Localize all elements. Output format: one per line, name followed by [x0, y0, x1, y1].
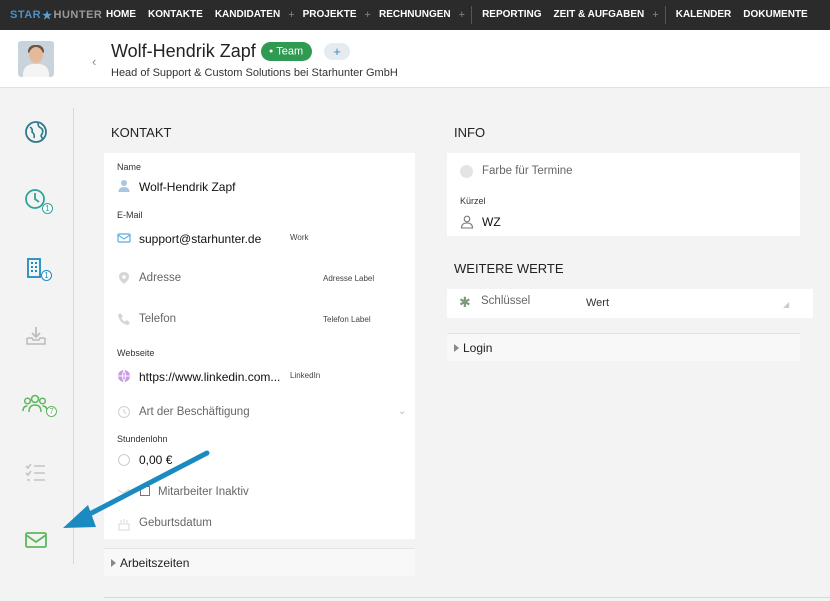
team-badge[interactable]: ● Team [261, 42, 313, 61]
address-tag[interactable]: Adresse Label [323, 274, 374, 283]
color-field[interactable]: Farbe für Termine [482, 165, 573, 177]
worktimes-label: Arbeitszeiten [120, 555, 190, 570]
employment-type-select[interactable]: Art der Beschäftigung [139, 406, 250, 418]
nav-item-zeit-aufgaben[interactable]: ZEIT & AUFGABEN [548, 0, 651, 30]
nav-add-icon[interactable]: + [363, 9, 373, 21]
birthday-field[interactable]: Geburtsdatum [139, 517, 212, 529]
people-count-badge: 7 [46, 406, 57, 417]
login-label: Login [463, 340, 493, 355]
key-field[interactable]: Schlüssel [481, 295, 530, 307]
location-pin-icon [117, 271, 131, 285]
inactive-icon [117, 486, 131, 500]
wage-label: Stundenlohn [117, 434, 168, 444]
envelope-icon[interactable] [23, 527, 49, 553]
weitere-title: WEITERE WERTE [454, 261, 564, 276]
clock-small-icon [117, 405, 131, 419]
top-nav: STAR ★ HUNTER HOME KONTAKTE KANDIDATEN + PROJE… [0, 0, 830, 30]
team-badge-label: Team [276, 45, 304, 58]
clock-icon[interactable]: 1 [23, 187, 53, 214]
nav-separator [471, 6, 473, 24]
contact-name: Wolf-Hendrik Zapf [111, 41, 256, 61]
people-group-icon[interactable]: 7 [22, 391, 57, 417]
globe-icon[interactable] [23, 119, 49, 145]
short-value[interactable]: WZ [482, 215, 501, 229]
resize-handle-icon[interactable]: ◢ [783, 300, 789, 309]
add-tag-button[interactable]: + [324, 43, 350, 60]
globe-small-icon [117, 369, 131, 384]
nav-add-icon[interactable]: + [286, 9, 296, 21]
checklist-icon[interactable] [23, 459, 49, 485]
email-value[interactable]: support@starhunter.de [139, 232, 261, 246]
website-label: Webseite [117, 348, 155, 358]
website-value[interactable]: https://www.linkedin.com... [139, 370, 280, 384]
name-value[interactable]: Wolf-Hendrik Zapf [139, 180, 235, 194]
nav-item-dokumente[interactable]: DOKUMENTE [737, 0, 813, 30]
avatar[interactable] [18, 41, 54, 77]
nav-item-home[interactable]: HOME [100, 0, 142, 30]
worktimes-collapse[interactable]: Arbeitszeiten [104, 548, 415, 576]
nav-items: HOME KONTAKTE KANDIDATEN + PROJEKTE + RECHNUNG… [100, 0, 814, 30]
nav-add-icon[interactable]: + [457, 9, 467, 21]
nav-item-projekte[interactable]: PROJEKTE [297, 0, 363, 30]
inactive-checkbox[interactable] [140, 486, 150, 496]
nav-item-kandidaten[interactable]: KANDIDATEN [209, 0, 286, 30]
contact-subtitle: Head of Support & Custom Solutions bei S… [111, 67, 398, 79]
building-count-badge: 1 [41, 270, 52, 281]
caret-right-icon [454, 343, 459, 352]
inactive-label: Mitarbeiter Inaktiv [158, 486, 249, 498]
nav-item-kontakte[interactable]: KONTAKTE [142, 0, 209, 30]
sidebar-divider [73, 108, 74, 564]
logo-text-star: STAR [10, 9, 42, 21]
download-tray-icon[interactable] [23, 323, 49, 349]
cake-icon [117, 517, 131, 531]
building-icon[interactable]: 1 [23, 255, 52, 281]
logo-star-icon: ★ [42, 9, 53, 22]
coin-icon [117, 453, 131, 467]
clock-count-badge: 1 [42, 203, 53, 214]
phone-icon [117, 312, 131, 326]
color-dot-icon[interactable] [460, 165, 473, 178]
value-field[interactable]: Wert [586, 297, 609, 309]
badge-dot-icon: ● [269, 48, 274, 55]
nav-item-rechnungen[interactable]: RECHNUNGEN [373, 0, 457, 30]
caret-right-icon [111, 558, 116, 567]
asterisk-icon: ✱ [459, 294, 471, 310]
phone-field[interactable]: Telefon [139, 313, 176, 325]
kontakt-title: KONTAKT [111, 125, 172, 140]
nav-separator [664, 6, 666, 24]
kontakt-card: Name Wolf-Hendrik Zapf E-Mail support@st… [104, 153, 415, 539]
key-value-card: ✱ Schlüssel Wert ◢ [447, 289, 813, 318]
name-label: Name [117, 162, 142, 172]
chevron-down-icon[interactable]: ⌄ [398, 406, 406, 417]
person-icon [117, 179, 131, 193]
nav-item-kalender[interactable]: KALENDER [670, 0, 738, 30]
website-tag[interactable]: LinkedIn [290, 371, 320, 380]
info-card: Farbe für Termine Kürzel WZ [447, 153, 800, 236]
wage-value[interactable]: 0,00 € [139, 453, 172, 467]
login-collapse[interactable]: Login [447, 333, 800, 361]
bottom-divider [104, 597, 830, 598]
back-chevron-icon[interactable]: ‹ [92, 54, 96, 69]
starhunter-logo[interactable]: STAR ★ HUNTER [0, 0, 103, 30]
phone-tag[interactable]: Telefon Label [323, 315, 371, 324]
info-title: INFO [454, 125, 486, 140]
email-tag[interactable]: Work [290, 233, 309, 242]
email-label: E-Mail [117, 210, 143, 220]
person-outline-icon [460, 215, 474, 229]
contact-header: ‹ Wolf-Hendrik Zapf ● Team + Head of Supp… [0, 30, 830, 88]
email-icon [117, 231, 131, 245]
address-field[interactable]: Adresse [139, 272, 181, 284]
logo-text-hunter: HUNTER [53, 9, 103, 21]
nav-add-icon[interactable]: + [650, 9, 660, 21]
nav-item-reporting[interactable]: REPORTING [476, 0, 547, 30]
short-label: Kürzel [460, 196, 486, 206]
